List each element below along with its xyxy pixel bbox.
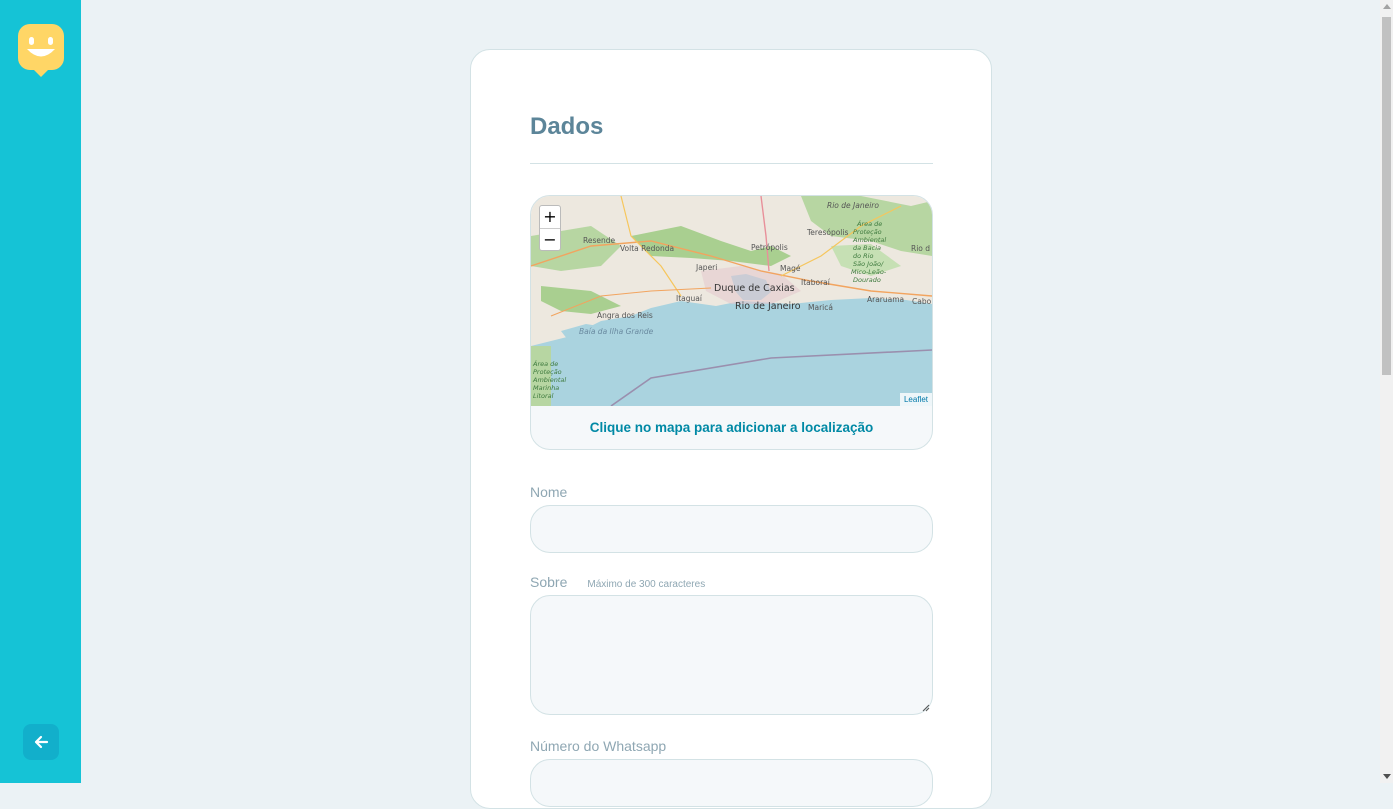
about-textarea[interactable] bbox=[530, 595, 933, 715]
section-legend: Dados bbox=[530, 113, 604, 140]
map-label: Cabo bbox=[912, 297, 932, 306]
scroll-down-arrow-icon[interactable] bbox=[1383, 774, 1391, 779]
about-label-text: Sobre bbox=[530, 574, 568, 590]
svg-text:São João/: São João/ bbox=[853, 260, 884, 268]
resize-grip-icon[interactable] bbox=[922, 704, 930, 712]
scroll-thumb[interactable] bbox=[1382, 17, 1391, 375]
zoom-in-button[interactable]: + bbox=[540, 206, 560, 229]
about-label: Sobre Máximo de 300 caracteres bbox=[530, 574, 705, 590]
whatsapp-label: Número do Whatsapp bbox=[530, 738, 667, 754]
legend-divider bbox=[530, 163, 933, 164]
whatsapp-input[interactable] bbox=[530, 759, 933, 807]
map-label: Rio de Janeiro bbox=[827, 201, 879, 210]
about-hint: Máximo de 300 caracteres bbox=[587, 579, 706, 590]
smiley-chat-icon bbox=[18, 24, 64, 77]
svg-text:da Bacia: da Bacia bbox=[853, 244, 881, 252]
map-label: Itaguaí bbox=[676, 294, 703, 303]
scroll-up-arrow-icon[interactable] bbox=[1383, 4, 1391, 9]
svg-text:Área de: Área de bbox=[856, 219, 882, 228]
zoom-out-button[interactable]: − bbox=[540, 229, 560, 251]
svg-text:Litoral: Litoral bbox=[533, 392, 554, 400]
map-label: Volta Redonda bbox=[620, 244, 674, 253]
arrow-left-icon bbox=[34, 735, 49, 749]
map-label: Magé bbox=[780, 264, 801, 273]
page-scrollbar[interactable] bbox=[1380, 0, 1393, 783]
location-map[interactable]: Rio de Janeiro Teresópolis Resende Volta… bbox=[531, 196, 932, 407]
map-label: Maricá bbox=[808, 303, 833, 312]
sidebar bbox=[0, 0, 81, 783]
svg-text:Proteção: Proteção bbox=[533, 368, 562, 376]
map-label: Rio d bbox=[911, 244, 930, 253]
svg-text:Dourado: Dourado bbox=[853, 276, 881, 284]
map-container: Rio de Janeiro Teresópolis Resende Volta… bbox=[530, 195, 933, 450]
svg-text:do Rio: do Rio bbox=[853, 252, 873, 260]
svg-text:Área de: Área de bbox=[532, 359, 558, 368]
map-label: Duque de Caxias bbox=[714, 283, 795, 294]
zoom-control: + − bbox=[539, 205, 561, 251]
svg-text:Marinha: Marinha bbox=[533, 384, 559, 392]
map-label: Resende bbox=[583, 236, 616, 245]
name-label: Nome bbox=[530, 484, 568, 500]
map-hint[interactable]: Clique no mapa para adicionar a localiza… bbox=[531, 406, 932, 449]
svg-text:Proteção: Proteção bbox=[853, 228, 882, 236]
svg-text:Mico-Leão-: Mico-Leão- bbox=[851, 268, 887, 276]
back-button[interactable] bbox=[23, 724, 59, 760]
map-label: Itaboraí bbox=[801, 278, 831, 287]
map-label: Rio de Janeiro bbox=[735, 301, 801, 312]
svg-text:Ambiental: Ambiental bbox=[852, 236, 886, 244]
leaflet-attribution-link[interactable]: Leaflet bbox=[899, 393, 932, 406]
map-label: Angra dos Reis bbox=[597, 311, 653, 320]
svg-text:Ambiental: Ambiental bbox=[532, 376, 566, 384]
map-tiles[interactable]: Rio de Janeiro Teresópolis Resende Volta… bbox=[531, 196, 932, 407]
map-label: Petrópolis bbox=[751, 243, 788, 252]
map-label: Teresópolis bbox=[806, 228, 848, 237]
map-label: Japeri bbox=[695, 263, 717, 272]
map-label: Araruama bbox=[867, 295, 904, 304]
map-label: Baía da Ilha Grande bbox=[579, 327, 654, 336]
create-orphanage-form: Dados Rio de Janeiro Teresópolis Resende… bbox=[470, 49, 992, 809]
name-input[interactable] bbox=[530, 505, 933, 553]
